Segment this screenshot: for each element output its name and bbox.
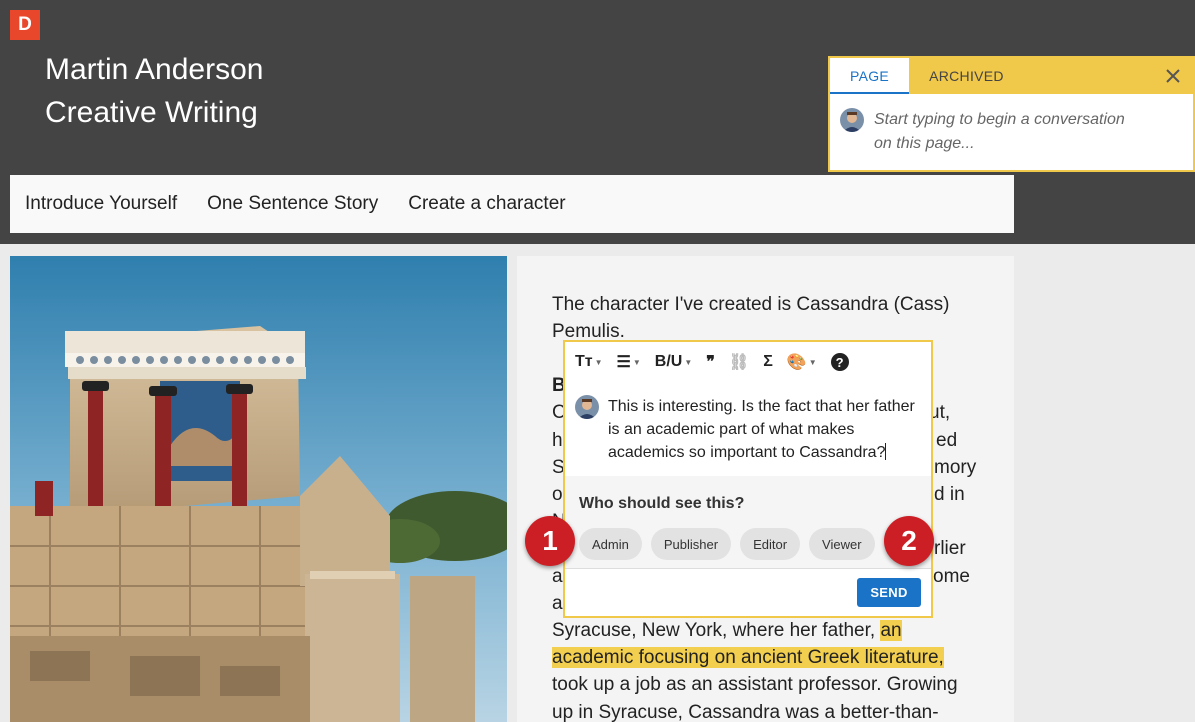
site-title: Martin Anderson Creative Writing	[45, 48, 263, 134]
article-fragment: mory	[934, 457, 977, 478]
role-chip-viewer[interactable]: Viewer	[809, 528, 875, 560]
article-fragment: ed	[936, 430, 958, 451]
comment-input-text: This is interesting. Is the fact that he…	[608, 398, 915, 461]
brand-logo[interactable]: D	[10, 10, 40, 40]
visibility-section: Who should see this? Admin Publisher Edi…	[565, 476, 931, 568]
nav-item-create-a-character[interactable]: Create a character	[408, 193, 565, 215]
role-chip-publisher[interactable]: Publisher	[650, 528, 732, 560]
comment-panel-tabs: PAGE ARCHIVED	[830, 58, 1193, 94]
quote-icon[interactable]: ❞	[706, 352, 715, 372]
article-line-text: Syracuse, New York, where her father,	[552, 620, 876, 641]
highlighted-text[interactable]: an	[880, 620, 902, 641]
toolbar-glyph: Tт	[575, 353, 593, 370]
nav-item-one-sentence-story[interactable]: One Sentence Story	[207, 193, 378, 215]
toolbar-glyph: ?	[830, 353, 849, 371]
avatar	[575, 395, 599, 419]
visibility-question: Who should see this?	[579, 495, 745, 512]
role-chip-editor[interactable]: Editor	[740, 528, 801, 560]
hero-image	[10, 256, 507, 722]
toolbar-glyph: Σ	[763, 353, 773, 370]
text-size-icon[interactable]: Tт ▼	[575, 353, 603, 371]
placeholder-line: on this page...	[874, 135, 975, 152]
conversation-placeholder[interactable]: Start typing to begin a conversation on …	[874, 108, 1174, 156]
site-title-line2: Creative Writing	[45, 96, 258, 129]
article-line: a	[552, 566, 563, 587]
article-fragment: ome	[933, 566, 970, 587]
sum-icon[interactable]: Σ	[763, 353, 773, 371]
toolbar-glyph: ☰	[616, 354, 631, 371]
toolbar-glyph: ❞	[706, 354, 715, 371]
avatar	[840, 108, 864, 132]
toolbar-glyph: ⛓	[728, 354, 750, 371]
role-chips: Admin Publisher Editor Viewer +	[579, 528, 900, 560]
palace-ruins-picture	[10, 256, 507, 722]
placeholder-line: Start typing to begin a conversation	[874, 111, 1125, 128]
article-line: The character I've created is Cassandra …	[552, 294, 950, 315]
article-fragment: d in	[934, 484, 965, 505]
comment-panel: PAGE ARCHIVED Start typing to begin a co…	[828, 56, 1195, 172]
highlighted-text[interactable]: academic focusing on ancient Greek liter…	[552, 647, 944, 668]
link-icon[interactable]: ⛓	[729, 352, 749, 372]
article-line: h	[552, 430, 563, 451]
palette-icon[interactable]: 🎨 ▼	[787, 352, 817, 372]
send-button[interactable]: SEND	[857, 578, 921, 607]
help-icon[interactable]: ?	[830, 353, 849, 371]
divider	[565, 568, 931, 569]
tab-page[interactable]: PAGE	[830, 58, 910, 94]
article-line: up in Syracuse, Cassandra was a better-t…	[552, 702, 939, 722]
main-nav: Introduce Yourself One Sentence Story Cr…	[10, 175, 1014, 233]
article-line: took up a job as an assistant professor.…	[552, 674, 958, 695]
article-line: academic focusing on ancient Greek liter…	[552, 644, 944, 671]
article-line: a	[552, 593, 563, 614]
list-icon[interactable]: ☰ ▼	[617, 352, 641, 372]
tab-archived[interactable]: ARCHIVED	[909, 58, 1024, 94]
comment-input[interactable]: This is interesting. Is the fact that he…	[608, 395, 928, 464]
article-fragment: rlier	[934, 538, 966, 559]
comment-editor-popup: Tт ▼ ☰ ▼ B/U ▼ ❞ ⛓ Σ 🎨 ▼ ? This is interesti…	[563, 340, 933, 618]
text-cursor	[885, 443, 887, 460]
callout-marker-1: 1	[525, 516, 575, 566]
nav-item-introduce-yourself[interactable]: Introduce Yourself	[25, 193, 177, 215]
editor-toolbar: Tт ▼ ☰ ▼ B/U ▼ ❞ ⛓ Σ 🎨 ▼ ?	[565, 342, 931, 382]
close-icon[interactable]	[1163, 66, 1183, 86]
article-line: Syracuse, New York, where her father, an	[552, 617, 902, 644]
role-chip-admin[interactable]: Admin	[579, 528, 642, 560]
toolbar-glyph: B/U	[654, 353, 683, 370]
article-line: o	[552, 484, 563, 505]
site-title-line1: Martin Anderson	[45, 53, 264, 86]
toolbar-glyph: 🎨	[786, 354, 807, 371]
bold-underline-icon[interactable]: B/U ▼	[655, 353, 692, 371]
callout-marker-2: 2	[884, 516, 934, 566]
